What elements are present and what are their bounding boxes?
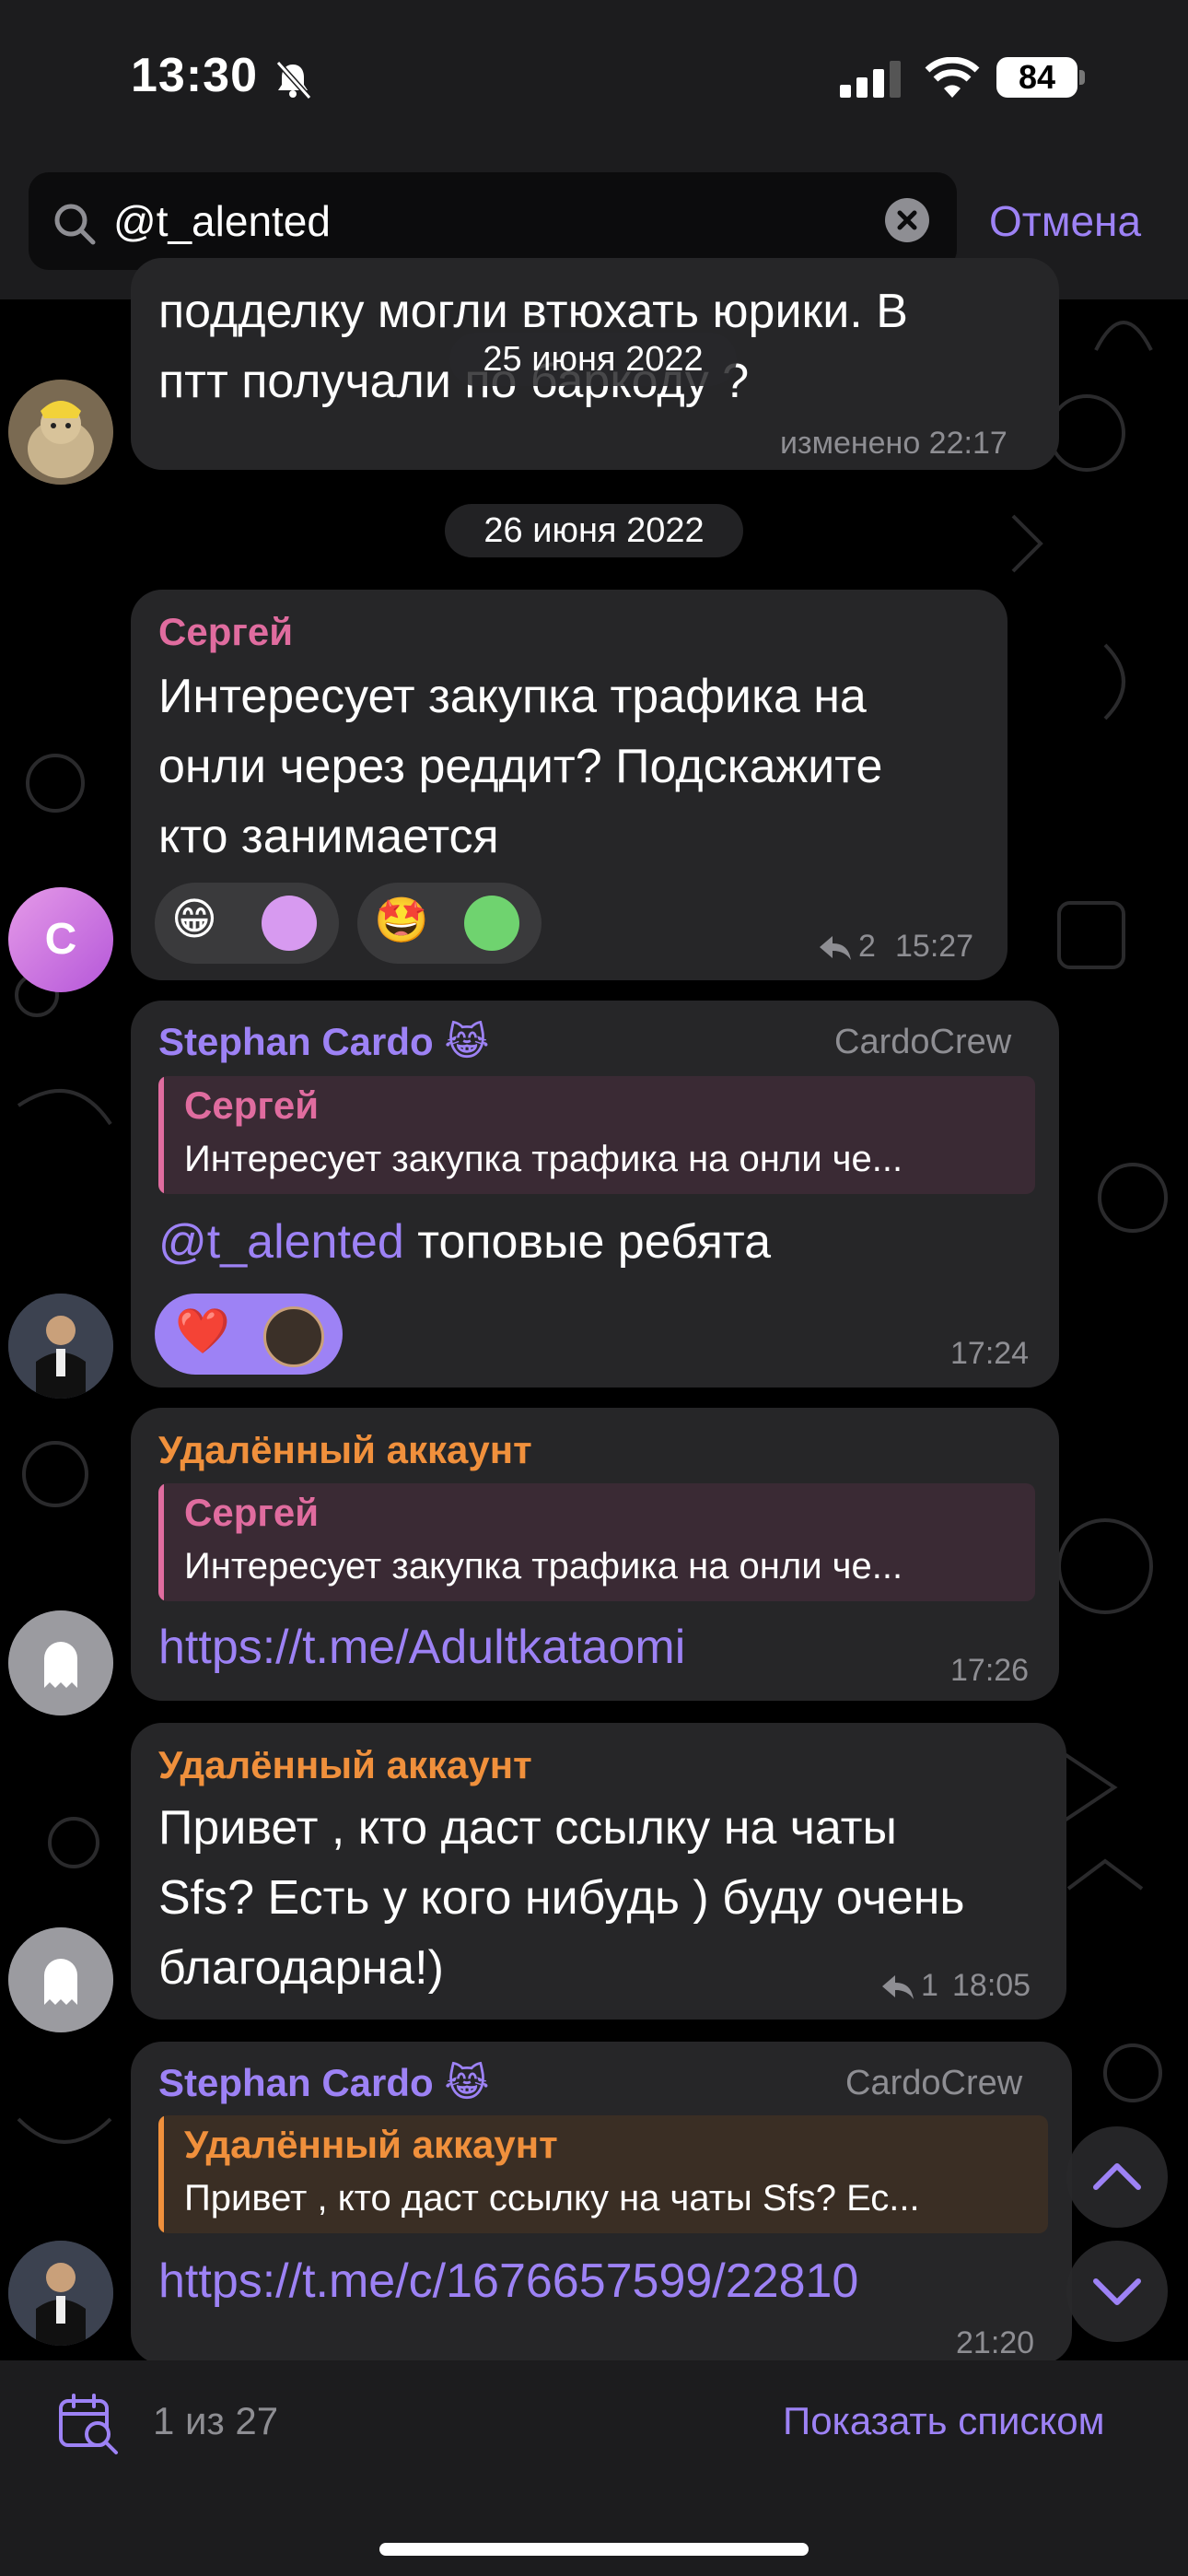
message-text: онли через реддит? Подскажите bbox=[158, 740, 883, 793]
reply-arrow-icon bbox=[882, 1975, 914, 1999]
message-author: Сергей bbox=[158, 610, 294, 653]
message-text: @t_alented топовые ребята bbox=[158, 1207, 771, 1277]
result-counter: 1 из 27 bbox=[153, 2399, 279, 2442]
red-heart-emoji-icon: ❤️ bbox=[175, 1307, 230, 1356]
chevron-up-icon bbox=[1093, 2163, 1141, 2190]
message-author: Stephan Cardo 😹 bbox=[158, 1020, 490, 1063]
reaction-chip[interactable]: ❤️ bbox=[155, 1294, 343, 1375]
search-icon bbox=[54, 204, 96, 245]
message-time: 17:26 bbox=[950, 1653, 1030, 1688]
message-text: Привет , кто даст ссылку на чаты bbox=[158, 1801, 897, 1855]
reaction-chip[interactable]: 😁 bbox=[155, 883, 339, 964]
battery-tip bbox=[1079, 70, 1085, 85]
calendar-search-icon[interactable] bbox=[57, 2392, 122, 2456]
message-bubble[interactable]: Удалённый аккаунт Привет , кто даст ссыл… bbox=[131, 1723, 1066, 2020]
message-meta: изменено 22:17 bbox=[780, 426, 1007, 461]
message-time: 15:27 bbox=[895, 929, 974, 964]
silent-bell-icon bbox=[275, 60, 312, 100]
message-text: кто занимается bbox=[158, 810, 499, 863]
avatar-letter: C bbox=[44, 915, 77, 964]
message-bubble[interactable]: Stephan Cardo 😹 CardoCrew Удалённый акка… bbox=[131, 2042, 1072, 2364]
avatar[interactable] bbox=[8, 380, 113, 485]
message-text: благодарна!) bbox=[158, 1941, 444, 1995]
message-link[interactable]: https://t.me/Adultkataomi bbox=[158, 1612, 685, 1682]
message-time: 21:20 bbox=[956, 2325, 1035, 2360]
quote-text: Интересует закупка трафика на онли че... bbox=[184, 1546, 903, 1587]
message-author: Удалённый аккаунт bbox=[158, 1743, 532, 1786]
battery-level: 84 bbox=[996, 57, 1077, 98]
date-separator: 26 июня 2022 bbox=[445, 504, 743, 557]
message-text: Интересует закупка трафика на bbox=[158, 670, 867, 723]
reactor-avatar bbox=[262, 896, 317, 951]
quote-text: Привет , кто даст ссылку на чаты Sfs? Ес… bbox=[184, 2178, 920, 2219]
reply-quote[interactable]: Удалённый аккаунт Привет , кто даст ссыл… bbox=[158, 2115, 1048, 2233]
message-link[interactable]: https://t.me/c/1676657599/22810 bbox=[158, 2246, 858, 2316]
admin-badge: CardoCrew bbox=[834, 1023, 1012, 1061]
avatar[interactable] bbox=[8, 2241, 113, 2346]
ghost-icon bbox=[8, 1610, 113, 1715]
cellular-signal-icon bbox=[840, 61, 901, 98]
message-text-body: топовые ребята bbox=[403, 1215, 772, 1269]
reply-count: 1 bbox=[921, 1968, 938, 2003]
quote-author: Сергей bbox=[184, 1083, 320, 1127]
message-text: Sfs? Есть у кого нибудь ) буду очень bbox=[158, 1871, 965, 1925]
message-author: Удалённый аккаунт bbox=[158, 1428, 532, 1471]
quote-bar bbox=[158, 1076, 164, 1194]
wifi-icon bbox=[925, 57, 980, 98]
person-avatar-icon bbox=[8, 2241, 113, 2346]
clear-search-icon[interactable] bbox=[885, 198, 929, 242]
quote-author: Сергей bbox=[184, 1491, 320, 1534]
home-indicator bbox=[379, 2543, 809, 2556]
grinning-emoji-icon: 😁 bbox=[171, 896, 218, 944]
reactor-avatar bbox=[263, 1306, 324, 1367]
message-bubble[interactable]: Сергей Интересует закупка трафика на онл… bbox=[131, 590, 1007, 980]
search-results-bar: 1 из 27 Показать списком bbox=[0, 2360, 1188, 2576]
message-author: Stephan Cardo 😹 bbox=[158, 2061, 490, 2104]
date-separator: 25 июня 2022 bbox=[449, 333, 737, 386]
message-bubble[interactable]: Удалённый аккаунт Сергей Интересует заку… bbox=[131, 1408, 1059, 1701]
ghost-icon bbox=[8, 1927, 113, 2032]
previous-result-button[interactable] bbox=[1066, 2126, 1168, 2228]
reaction-chip[interactable]: 🤩 bbox=[357, 883, 542, 964]
chevron-down-icon bbox=[1093, 2278, 1141, 2305]
status-time: 13:30 bbox=[131, 49, 258, 102]
reply-quote[interactable]: Сергей Интересует закупка трафика на онл… bbox=[158, 1076, 1035, 1194]
search-query: @t_alented bbox=[113, 197, 331, 245]
next-result-button[interactable] bbox=[1066, 2241, 1168, 2342]
quote-text: Интересует закупка трафика на онли че... bbox=[184, 1139, 903, 1179]
avatar[interactable] bbox=[8, 1927, 113, 2032]
message-time: 18:05 bbox=[952, 1968, 1031, 2003]
cancel-button[interactable]: Отмена bbox=[989, 196, 1141, 246]
quote-author: Удалённый аккаунт bbox=[184, 2123, 558, 2166]
mention-link[interactable]: @t_alented bbox=[158, 1215, 404, 1269]
reactor-avatar bbox=[464, 896, 519, 951]
hamster-avatar-icon bbox=[8, 380, 113, 485]
search-input[interactable]: @t_alented bbox=[29, 172, 957, 270]
message-bubble[interactable]: Stephan Cardo 😹 CardoCrew Сергей Интерес… bbox=[131, 1001, 1059, 1388]
person-avatar-icon bbox=[8, 1294, 113, 1399]
status-bar: 13:30 84 bbox=[0, 0, 1188, 161]
reply-quote[interactable]: Сергей Интересует закупка трафика на онл… bbox=[158, 1483, 1035, 1601]
quote-bar bbox=[158, 1483, 164, 1601]
admin-badge: CardoCrew bbox=[845, 2064, 1023, 2102]
star-struck-emoji-icon: 🤩 bbox=[374, 896, 429, 945]
reply-count: 2 bbox=[858, 929, 876, 964]
avatar[interactable]: C bbox=[8, 887, 113, 992]
quote-bar bbox=[158, 2115, 164, 2233]
avatar[interactable] bbox=[8, 1294, 113, 1399]
reply-arrow-icon bbox=[820, 936, 851, 960]
avatar[interactable] bbox=[8, 1610, 113, 1715]
message-time: 17:24 bbox=[950, 1336, 1030, 1371]
show-as-list-button[interactable]: Показать списком bbox=[783, 2399, 1105, 2443]
